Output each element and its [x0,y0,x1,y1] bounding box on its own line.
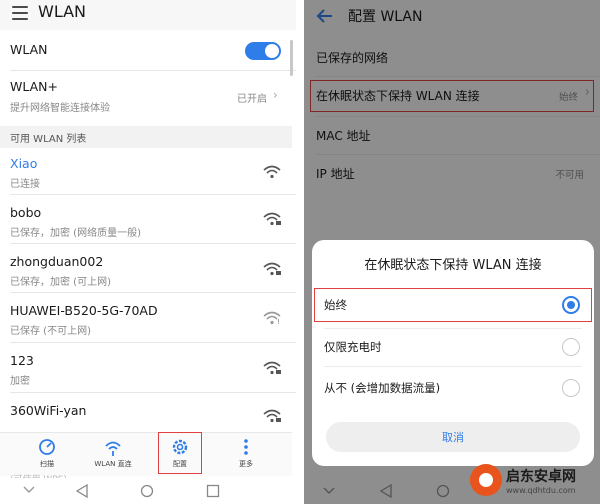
svg-text:!: ! [277,318,280,325]
wlan-plus-title: WLAN+ [10,79,58,94]
wlan-plus-state: 已开启 [237,94,267,105]
back-triangle-icon[interactable] [380,484,392,498]
logo-icon [470,464,502,496]
screen-divider [296,0,304,504]
section-header-label: 可用 WLAN 列表 [10,134,87,145]
configure-wlan-screen: 配置 WLAN 已保存的网络 在休眠状态下保持 WLAN 连接 始终 › MAC… [304,0,600,504]
back-triangle-icon[interactable] [76,484,88,498]
more-button[interactable]: 更多 [221,437,271,469]
network-name: bobo [10,205,42,220]
watermark-title: 启东安卓网 [506,469,576,485]
watermark-url: www.qdhtdu.com [506,486,576,495]
wifi-signal-icon [263,165,281,179]
refresh-icon [39,439,55,455]
wifi-no-internet-icon: ! [263,311,281,325]
network-row[interactable]: bobo 已保存，加密 (网络质量一般) [0,195,292,243]
bottom-action-bar: 扫描 WLAN 直连 配置 更多 [0,432,292,476]
divider [324,366,582,367]
site-watermark: 启东安卓网 www.qdhtdu.com [470,462,598,502]
page-title: WLAN [38,2,87,21]
app-bar: WLAN [0,0,296,30]
wlan-label: WLAN [10,42,48,57]
radio-unselected[interactable] [562,338,580,356]
section-header: 可用 WLAN 列表 [0,126,292,148]
divider [324,328,582,329]
option-never[interactable]: 从不 (会增加数据流量) [312,372,594,404]
wlan-direct-button[interactable]: WLAN 直连 [88,437,138,469]
system-nav-bar [0,478,296,504]
network-row[interactable]: zhongduan002 已保存，加密 (可上网) [0,244,292,292]
wlan-plus-subtitle: 提升网络智能连接体验 [10,103,110,114]
network-row[interactable]: Xiao 已连接 [0,148,292,194]
network-name: Xiao [10,156,38,171]
home-circle-icon[interactable] [140,484,154,498]
scan-label: 扫描 [40,460,54,468]
wlan-settings-screen: WLAN WLAN WLAN+ 提升网络智能连接体验 已开启 › 可用 WLAN… [0,0,296,504]
wifi-locked-icon [263,212,281,226]
chevron-down-icon[interactable] [322,485,336,497]
switch-knob [265,44,279,58]
always-option-highlight-box [314,288,592,322]
network-name: HUAWEI-B520-5G-70AD [10,303,158,318]
chevron-right-icon: › [273,88,278,102]
dialog-title: 在休眠状态下保持 WLAN 连接 [364,258,542,273]
network-status: 已保存，加密 (可上网) [10,277,111,288]
option-label: 从不 (会增加数据流量) [324,381,441,395]
wlan-direct-label: WLAN 直连 [94,460,132,468]
chevron-down-icon[interactable] [22,484,36,496]
network-status: 已保存 (不可上网) [10,326,91,337]
wlan-switch[interactable] [245,42,281,60]
scan-button[interactable]: 扫描 [22,437,72,469]
network-status: 加密 [10,376,30,387]
wifi-locked-icon [263,409,281,423]
wifi-locked-icon [263,361,281,375]
recents-square-icon[interactable] [206,484,220,498]
scrollbar[interactable] [290,40,293,76]
wifi-locked-icon [263,262,281,276]
network-row[interactable]: HUAWEI-B520-5G-70AD 已保存 (不可上网) [0,293,292,341]
home-circle-icon[interactable] [436,484,450,498]
radio-unselected[interactable] [562,379,580,397]
option-label: 仅限充电时 [324,340,382,354]
cancel-button[interactable]: 取消 [326,422,580,452]
network-name: 360WiFi-yan [10,403,87,418]
network-status: 已连接 [10,179,40,190]
network-name: zhongduan002 [10,254,104,269]
network-status: 已保存，加密 (网络质量一般) [10,228,141,239]
network-row[interactable]: 123 加密 [0,343,292,391]
menu-icon[interactable] [12,6,28,20]
more-icon [244,439,248,455]
network-row[interactable]: 360WiFi-yan [0,393,292,433]
option-charging-only[interactable]: 仅限充电时 [312,331,594,363]
wifi-direct-icon [105,441,121,456]
network-name: 123 [10,353,34,368]
more-label: 更多 [239,460,253,468]
configure-highlight-box [158,432,202,474]
sleep-policy-dialog: 在休眠状态下保持 WLAN 连接 始终 仅限充电时 从不 (会增加数据流量) 取… [312,240,594,466]
